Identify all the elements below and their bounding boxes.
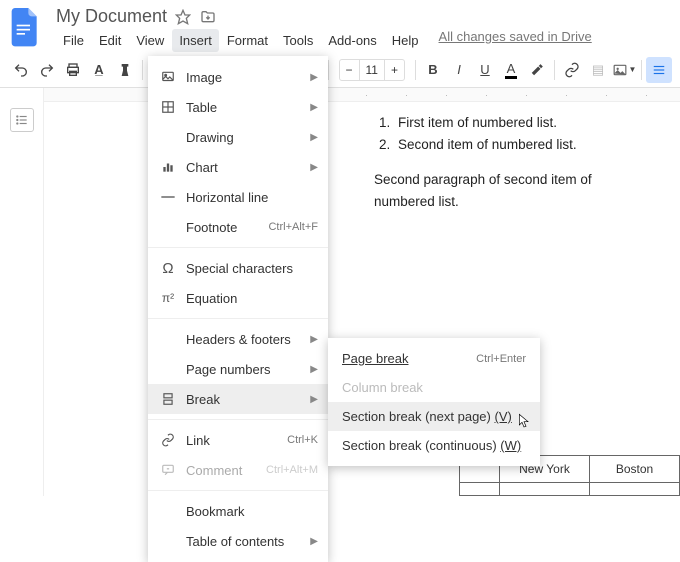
menu-format[interactable]: Format	[220, 29, 275, 52]
insert-menu-equation[interactable]: π²Equation	[148, 283, 328, 313]
font-size-decrease[interactable]: −	[340, 60, 359, 80]
submenu-arrow-icon: ▶	[310, 394, 318, 405]
insert-menu-table[interactable]: Table▶	[148, 92, 328, 122]
submenu-arrow-icon: ▶	[310, 102, 318, 113]
submenu-arrow-icon: ▶	[310, 132, 318, 143]
numbered-list: First item of numbered list. Second item…	[374, 112, 650, 155]
paragraph[interactable]: Second paragraph of second item of numbe…	[374, 169, 650, 212]
menu-view[interactable]: View	[129, 29, 171, 52]
insert-menu-special-characters[interactable]: ΩSpecial characters	[148, 253, 328, 283]
submenu-arrow-icon: ▶	[310, 162, 318, 173]
insert-link-icon[interactable]	[559, 57, 585, 83]
submenu-arrow-icon: ▶	[310, 536, 318, 547]
submenu-arrow-icon: ▶	[310, 72, 318, 83]
align-icon[interactable]	[646, 57, 672, 83]
spellcheck-icon[interactable]: A̲	[86, 57, 112, 83]
menu-insert[interactable]: Insert	[172, 29, 219, 52]
insert-menu-chart[interactable]: Chart▶	[148, 152, 328, 182]
font-size-input[interactable]: − 11 +	[339, 59, 406, 81]
insert-menu-link[interactable]: LinkCtrl+K	[148, 425, 328, 455]
font-size-increase[interactable]: +	[385, 60, 404, 80]
app-header: My Document File Edit View Insert Format…	[0, 0, 680, 52]
insert-menu-bookmark[interactable]: Bookmark	[148, 496, 328, 526]
undo-icon[interactable]	[8, 57, 34, 83]
image-icon	[156, 70, 180, 84]
docs-logo-icon[interactable]	[10, 8, 46, 48]
left-sidebar	[0, 88, 44, 496]
save-status[interactable]: All changes saved in Drive	[439, 29, 592, 52]
comment-icon	[156, 463, 180, 477]
menu-tools[interactable]: Tools	[276, 29, 320, 52]
chart-icon	[156, 160, 180, 174]
insert-menu-page-numbers[interactable]: Page numbers▶	[148, 354, 328, 384]
bold-icon[interactable]: B	[420, 57, 446, 83]
text-color-icon[interactable]: A	[498, 57, 524, 83]
star-icon[interactable]	[175, 9, 191, 25]
document-outline-icon[interactable]	[10, 108, 34, 132]
link-icon	[156, 433, 180, 447]
hline-icon	[156, 194, 180, 200]
table-icon	[156, 100, 180, 114]
highlight-icon[interactable]	[524, 57, 550, 83]
break-icon	[156, 392, 180, 406]
submenu-arrow-icon: ▶	[310, 334, 318, 345]
menu-help[interactable]: Help	[385, 29, 426, 52]
break-section-break-next-page-[interactable]: Section break (next page) (V)	[328, 402, 540, 431]
menu-addons[interactable]: Add-ons	[321, 29, 383, 52]
insert-menu-table-of-contents[interactable]: Table of contents▶	[148, 526, 328, 556]
break-submenu: Page breakCtrl+EnterColumn breakSection …	[328, 338, 540, 466]
toolbar: A̲ N…▼ − 11 + B I U A ▤ ▼	[0, 52, 680, 88]
paint-format-icon[interactable]	[112, 57, 138, 83]
ruler[interactable]	[44, 88, 680, 102]
break-column-break: Column break	[328, 373, 540, 402]
insert-menu-break[interactable]: Break▶	[148, 384, 328, 414]
italic-icon[interactable]: I	[446, 57, 472, 83]
submenu-arrow-icon: ▶	[310, 364, 318, 375]
list-item[interactable]: Second item of numbered list.	[394, 134, 650, 156]
insert-menu-drawing[interactable]: Drawing▶	[148, 122, 328, 152]
menubar: File Edit View Insert Format Tools Add-o…	[56, 29, 672, 52]
special-icon: Ω	[156, 260, 180, 277]
insert-image-icon[interactable]: ▼	[611, 57, 637, 83]
print-icon[interactable]	[60, 57, 86, 83]
insert-menu-comment: CommentCtrl+Alt+M	[148, 455, 328, 485]
menu-file[interactable]: File	[56, 29, 91, 52]
document-title[interactable]: My Document	[56, 6, 167, 27]
break-section-break-continuous-[interactable]: Section break (continuous) (W)	[328, 431, 540, 460]
insert-menu-footnote[interactable]: FootnoteCtrl+Alt+F	[148, 212, 328, 242]
page-content[interactable]: First item of numbered list. Second item…	[44, 102, 680, 212]
insert-menu-headers-footers[interactable]: Headers & footers▶	[148, 324, 328, 354]
menu-edit[interactable]: Edit	[92, 29, 128, 52]
redo-icon[interactable]	[34, 57, 60, 83]
break-page-break[interactable]: Page breakCtrl+Enter	[328, 344, 540, 373]
insert-menu-horizontal-line[interactable]: Horizontal line	[148, 182, 328, 212]
equation-icon: π²	[156, 291, 180, 305]
insert-menu-image[interactable]: Image▶	[148, 62, 328, 92]
list-item[interactable]: First item of numbered list.	[394, 112, 650, 134]
move-folder-icon[interactable]	[199, 9, 217, 25]
underline-icon[interactable]: U	[472, 57, 498, 83]
insert-comment-icon[interactable]: ▤	[585, 57, 611, 83]
insert-menu-dropdown: Image▶Table▶Drawing▶Chart▶Horizontal lin…	[148, 56, 328, 562]
